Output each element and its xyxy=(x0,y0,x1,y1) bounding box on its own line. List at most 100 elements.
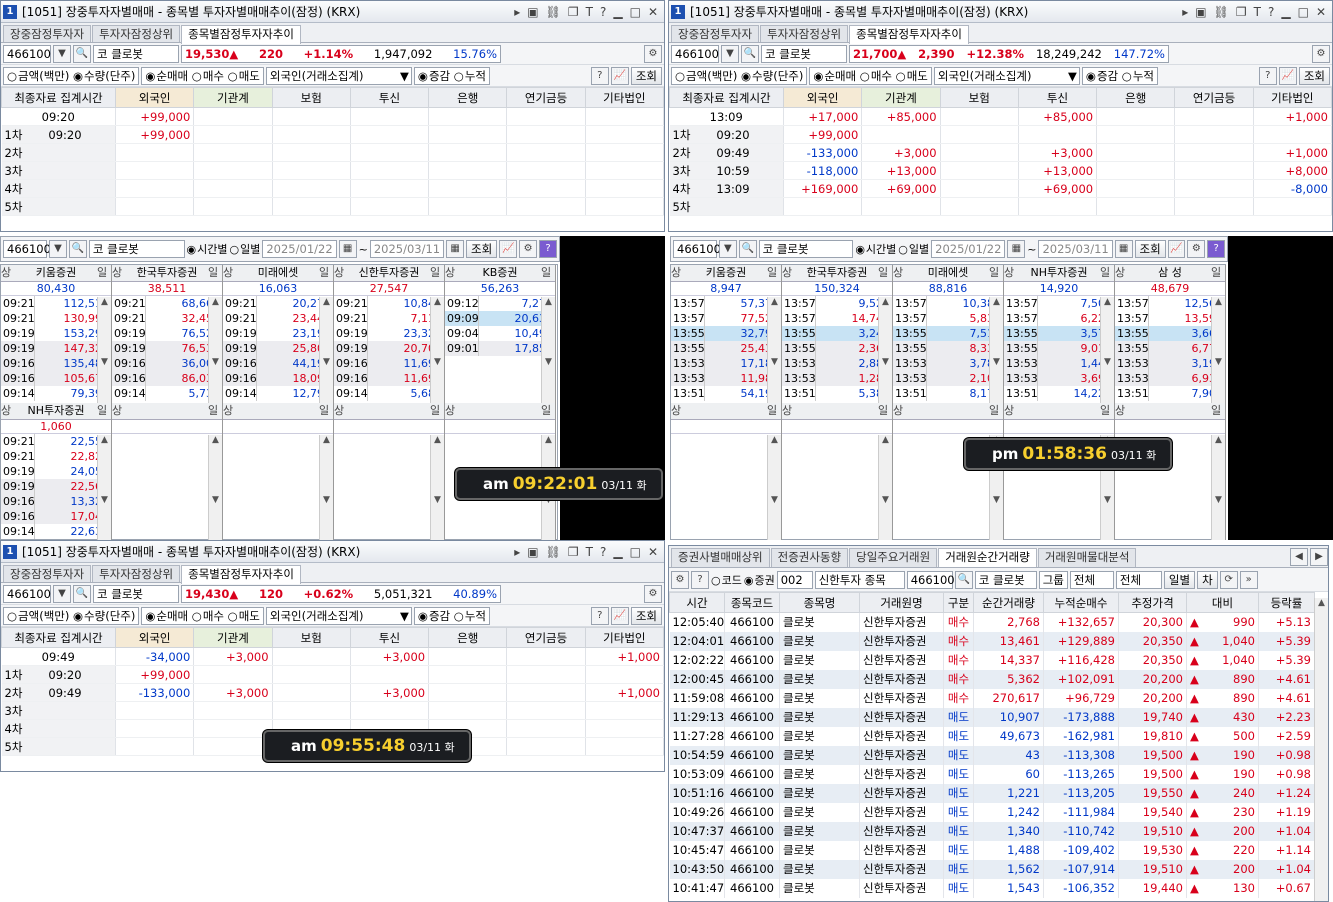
scrollbar[interactable]: ▲▼ xyxy=(878,435,892,540)
tab-0[interactable]: 증권사별매매상위 xyxy=(671,548,770,567)
minimize-icon[interactable]: ▁ xyxy=(1281,5,1290,19)
list-item[interactable]: 13:53 3,784 xyxy=(893,356,1003,371)
help-icon[interactable]: ? xyxy=(691,570,709,589)
list-item[interactable]: 13:51 7,901 xyxy=(1115,386,1225,401)
search-icon[interactable]: 🔍 xyxy=(73,44,91,63)
list-item[interactable]: 09:21 32,453 xyxy=(112,311,222,326)
list-item[interactable]: 09:14 22,636 xyxy=(1,524,111,539)
radio-cumulative[interactable]: 누적 xyxy=(454,609,486,623)
scrollbar[interactable]: ▲▼ xyxy=(208,297,222,405)
group-select[interactable]: 그룹 xyxy=(1038,570,1068,589)
list-item[interactable]: 13:57 13,593 xyxy=(1115,311,1225,326)
list-item[interactable]: 13:55 3,571 xyxy=(1004,326,1114,341)
chart-icon[interactable]: 📈 xyxy=(1278,66,1297,85)
font-icon[interactable]: T xyxy=(586,545,593,559)
chevron-down-icon[interactable]: ▼ xyxy=(53,44,71,63)
table-row[interactable]: 12:00:45 466100 클로봇 신한투자증권 매수 5,362 +102,091 20… xyxy=(669,669,1315,689)
date-to[interactable]: 2025/03/11 xyxy=(1038,240,1113,258)
radio-buy[interactable]: 매수 xyxy=(192,609,224,623)
list-item[interactable]: 13:57 57,371 xyxy=(671,296,781,311)
screen-icon[interactable]: ▣ xyxy=(1195,5,1206,19)
list-item[interactable]: 09:16 11,698 xyxy=(334,371,444,386)
date-from[interactable]: 2025/01/22 xyxy=(262,240,337,258)
radio-cumulative[interactable]: 누적 xyxy=(454,69,486,83)
investor-select[interactable]: 외국인(거래소집계) ▼ xyxy=(265,606,412,625)
list-item[interactable]: 13:53 3,694 xyxy=(1004,371,1114,386)
radio-sell[interactable]: 매도 xyxy=(896,69,928,83)
query-button[interactable]: 조회 xyxy=(1298,66,1330,85)
calendar-icon[interactable]: ▦ xyxy=(1007,240,1026,258)
list-item[interactable]: 09:16 135,481 xyxy=(1,356,111,371)
gear-icon[interactable]: ⚙ xyxy=(644,44,662,63)
font-icon[interactable]: T xyxy=(586,5,593,19)
firm-code-input[interactable]: 002 xyxy=(776,570,813,589)
radio-code[interactable]: 코드 xyxy=(711,572,742,588)
stock-name-box[interactable]: 코 클로봇 xyxy=(974,570,1037,589)
list-item[interactable]: 13:53 17,188 xyxy=(671,356,781,371)
query-button[interactable]: 조회 xyxy=(630,66,662,85)
stock-name-box[interactable]: 코 클로봇 xyxy=(761,44,847,63)
list-item[interactable]: 09:19 153,297 xyxy=(1,326,111,341)
list-item[interactable]: 13:51 54,197 xyxy=(671,386,781,401)
list-item[interactable]: 13:57 5,836 xyxy=(893,311,1003,326)
list-item[interactable]: 13:57 9,528 xyxy=(782,296,892,311)
next-icon[interactable]: ▶ xyxy=(1310,548,1328,566)
list-item[interactable]: 09:21 112,516 xyxy=(1,296,111,311)
search-icon[interactable]: 🔍 xyxy=(73,584,91,603)
chart-icon[interactable]: 📈 xyxy=(499,240,518,258)
radio-sec[interactable]: 증권 xyxy=(744,572,774,588)
list-item[interactable]: 13:57 14,741 xyxy=(782,311,892,326)
tab-4[interactable]: 거래원매물대분석 xyxy=(1037,548,1137,567)
list-item[interactable]: 13:55 9,018 xyxy=(1004,341,1114,356)
radio-quantity[interactable]: 수량(단주) xyxy=(73,69,135,83)
list-item[interactable]: 09:14 79,397 xyxy=(1,386,111,401)
stock-name-box[interactable]: 코 클로봇 xyxy=(93,584,179,603)
close-icon[interactable]: ✕ xyxy=(648,5,658,19)
tab-1[interactable]: 투자자잠정상위 xyxy=(92,25,181,42)
list-item[interactable]: 13:53 1,445 xyxy=(1004,356,1114,371)
chevron-down-icon[interactable]: ▼ xyxy=(721,44,739,63)
radio-quantity[interactable]: 수량(단주) xyxy=(73,609,135,623)
link-icon[interactable]: ⛓ xyxy=(546,545,561,559)
gear-icon[interactable]: ⚙ xyxy=(1187,240,1206,258)
list-item[interactable]: 09:16 17,047 xyxy=(1,509,111,524)
radio-delta[interactable]: 증감 xyxy=(418,69,450,83)
table-row[interactable]: 11:27:28 466100 클로봇 신한투자증권 매도 49,673 -162,981 1… xyxy=(669,726,1315,746)
radio-time[interactable]: 시간별 xyxy=(187,241,227,257)
list-item[interactable]: 09:19 23,329 xyxy=(334,326,444,341)
list-item[interactable]: 09:19 76,539 xyxy=(112,341,222,356)
list-item[interactable]: 09:19 76,522 xyxy=(112,326,222,341)
list-item[interactable]: 09:16 11,692 xyxy=(334,356,444,371)
list-item[interactable]: 13:53 11,984 xyxy=(671,371,781,386)
chart-icon[interactable]: 📈 xyxy=(610,606,629,625)
query-button[interactable]: 조회 xyxy=(1134,240,1166,258)
firm-name-box[interactable]: 신한투자 종목 xyxy=(814,570,905,589)
list-item[interactable]: 13:55 7,517 xyxy=(893,326,1003,341)
list-item[interactable]: 09:21 23,449 xyxy=(223,311,333,326)
help-icon[interactable]: ? xyxy=(539,240,558,258)
list-item[interactable]: 09:21 68,667 xyxy=(112,296,222,311)
scrollbar[interactable]: ▲▼ xyxy=(767,297,781,405)
list-item[interactable]: 13:55 2,368 xyxy=(782,341,892,356)
stock-code-input[interactable]: 466100 xyxy=(906,570,955,589)
table-row[interactable]: 11:59:08 466100 클로봇 신한투자증권 매수 270,617 +96,729 2… xyxy=(669,688,1315,708)
radio-delta[interactable]: 증감 xyxy=(1086,69,1118,83)
stock-code-input[interactable]: 466100 xyxy=(3,240,51,258)
title-bar[interactable]: 1 [1051] 장중투자자별매매 - 종목별 투자자별매매추이(잠정) (KRX… xyxy=(669,1,1332,23)
maximize-icon[interactable]: □ xyxy=(1298,5,1309,19)
list-item[interactable]: 09:16 105,678 xyxy=(1,371,111,386)
stock-code-input[interactable]: 466100 xyxy=(673,240,721,258)
gear-icon[interactable]: ⚙ xyxy=(644,584,662,603)
pin-icon[interactable]: ▸ xyxy=(514,545,520,559)
list-item[interactable]: 13:51 8,175 xyxy=(893,386,1003,401)
radio-cumulative[interactable]: 누적 xyxy=(1122,69,1154,83)
font-icon[interactable]: T xyxy=(1254,5,1261,19)
minimize-icon[interactable]: ▁ xyxy=(613,545,622,559)
list-item[interactable]: 13:53 2,105 xyxy=(893,371,1003,386)
list-item[interactable]: 09:14 5,689 xyxy=(334,386,444,401)
radio-amount[interactable]: 금액(백만) xyxy=(7,609,69,623)
list-item[interactable]: 09:01 17,859 xyxy=(445,341,555,356)
calendar-icon[interactable]: ▦ xyxy=(1114,240,1133,258)
list-item[interactable]: 09:19 20,703 xyxy=(334,341,444,356)
radio-daily[interactable]: 일별 xyxy=(230,241,260,257)
